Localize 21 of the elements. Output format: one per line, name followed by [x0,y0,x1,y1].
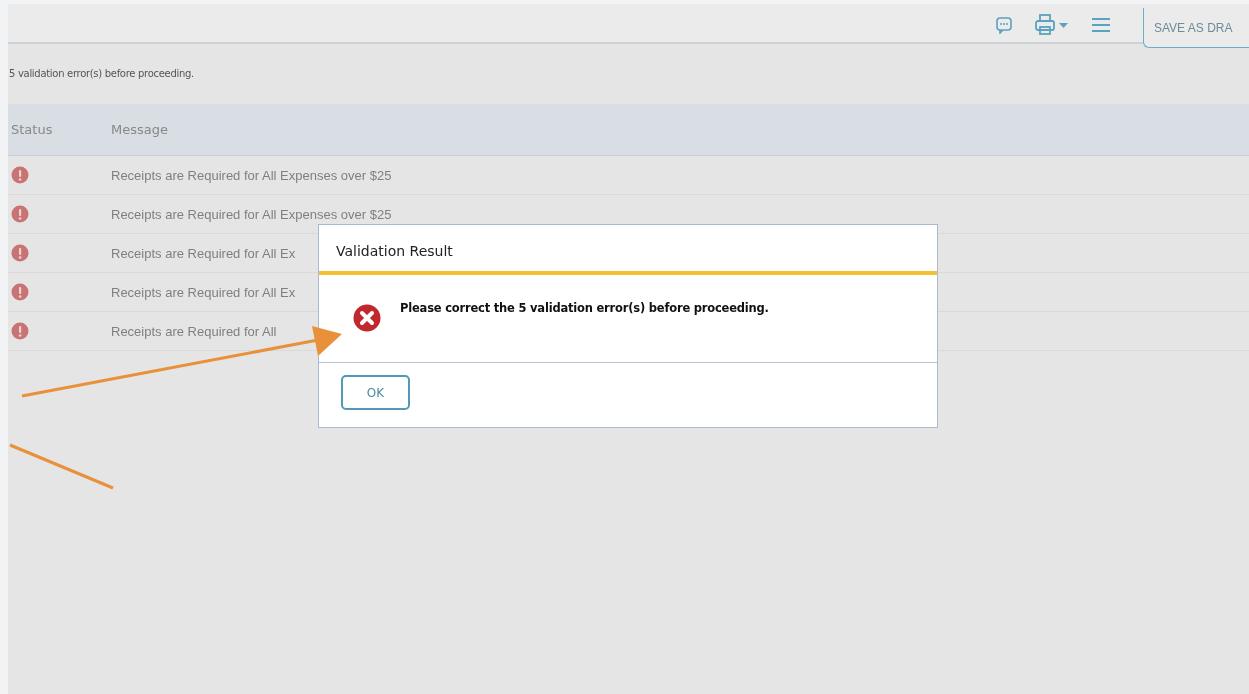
table-cell: Receipts are Required for All Expenses over $25 [111,167,392,183]
ok-button[interactable]: OK [341,375,410,410]
error-icon [11,205,29,223]
error-summary: 5 validation error(s) before proceeding. [8,67,195,81]
table-cell: Receipts are Required for All Expenses over $25 [111,206,392,222]
error-icon [11,244,29,262]
menu-icon[interactable] [1091,17,1111,33]
table-cell: Receipts are Required for All Ex [111,284,296,300]
error-icon [11,166,29,184]
error-icon [11,283,29,301]
error-icon [11,322,29,340]
table-cell: Receipts are Required for All Ex [111,245,296,261]
printer-icon[interactable] [1035,14,1069,36]
save-as-draft-button[interactable]: SAVE AS DRA [1143,8,1249,48]
error-icon [353,304,381,332]
column-header: Status [10,122,54,137]
table-cell: Receipts are Required for All [111,323,277,339]
dialog-title: Validation Result [319,225,937,275]
dialog-message: Please correct the 5 validation error(s) before proceeding. [400,301,769,315]
chat-icon[interactable] [995,16,1013,34]
column-header: Message [111,122,168,137]
